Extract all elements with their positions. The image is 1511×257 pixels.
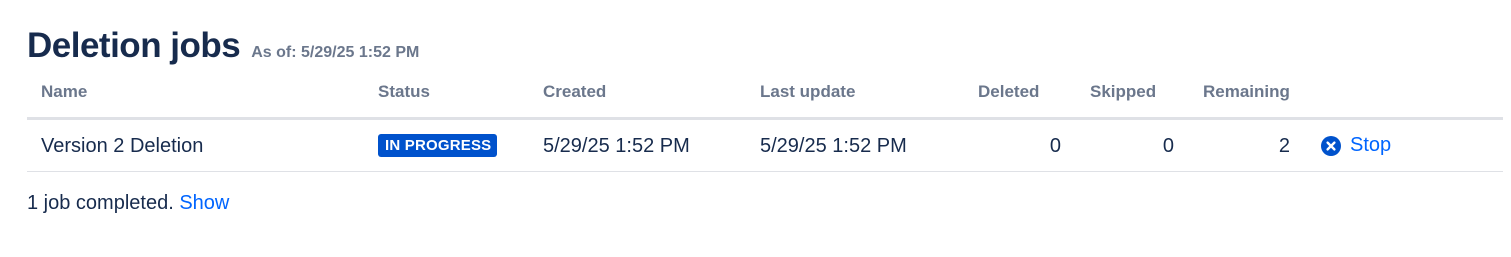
close-circle-icon <box>1321 135 1341 156</box>
deleted-count: 0 <box>1049 135 1061 157</box>
job-name: Version 2 Deletion <box>41 135 204 157</box>
column-header-status: Status <box>378 82 430 101</box>
table-row: Version 2 Deletion IN PROGRESS 5/29/25 1… <box>27 120 1503 172</box>
skipped-count: 0 <box>1162 135 1174 157</box>
last-update-value: 5/29/25 1:52 PM <box>760 135 907 157</box>
status-badge: IN PROGRESS <box>378 134 498 157</box>
remaining-count: 2 <box>1278 135 1290 157</box>
column-header-created: Created <box>543 82 607 101</box>
table-header: Name Status Created Last update Deleted … <box>27 70 1503 120</box>
column-header-deleted: Deleted <box>978 82 1040 101</box>
page-title: Deletion jobs <box>27 26 241 65</box>
column-header-remaining: Remaining <box>1203 82 1290 101</box>
created-value: 5/29/25 1:52 PM <box>543 135 690 157</box>
page-heading: Deletion jobs As of: 5/29/25 1:52 PM <box>27 26 419 66</box>
as-of-timestamp: As of: 5/29/25 1:52 PM <box>251 44 420 61</box>
stop-button-label: Stop <box>1350 134 1392 156</box>
show-completed-link[interactable]: Show <box>179 192 229 214</box>
completed-jobs-text: 1 job completed. <box>27 192 174 214</box>
column-header-skipped: Skipped <box>1090 82 1157 101</box>
deletion-jobs-table: Name Status Created Last update Deleted … <box>27 70 1503 172</box>
column-header-last-update: Last update <box>760 82 856 101</box>
column-header-name: Name <box>41 82 88 101</box>
deletion-jobs-page: Deletion jobs As of: 5/29/25 1:52 PM Nam… <box>0 0 1511 257</box>
completed-jobs-summary: 1 job completed. Show <box>27 192 229 215</box>
stop-button[interactable]: Stop <box>1321 134 1391 157</box>
